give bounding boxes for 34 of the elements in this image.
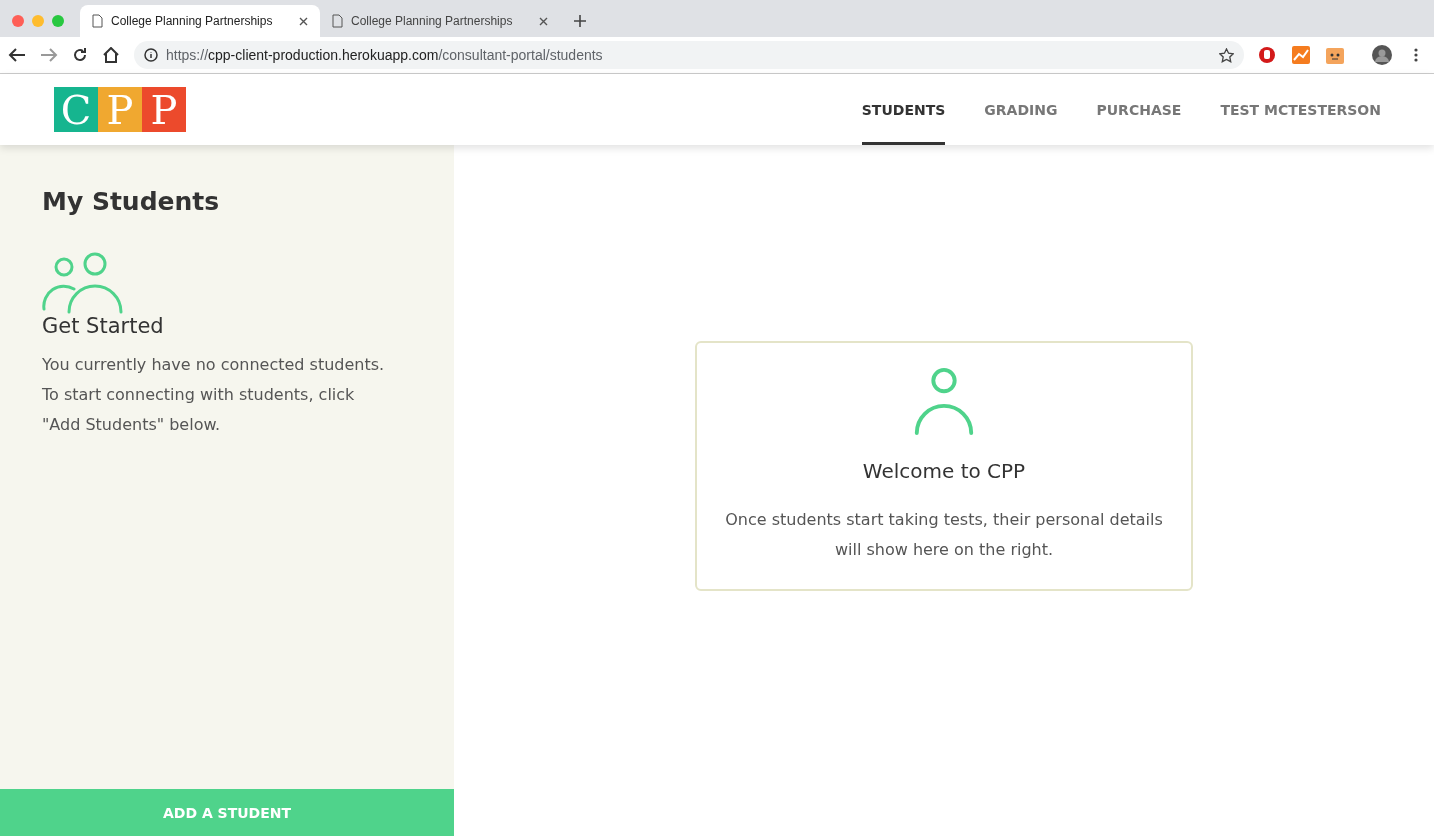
logo-letter: C bbox=[54, 87, 98, 132]
face-extension-icon[interactable] bbox=[1326, 46, 1344, 64]
info-icon bbox=[144, 48, 158, 62]
logo-letter: P bbox=[142, 87, 186, 132]
url-text: https://cpp-client-production.herokuapp.com/consultant-portal/students bbox=[166, 47, 604, 63]
section-title: My Students bbox=[42, 187, 221, 216]
nav-link[interactable]: GRADING bbox=[984, 74, 1058, 145]
nav-link[interactable]: TEST MCTESTERSON bbox=[1220, 74, 1381, 145]
reload-icon[interactable] bbox=[72, 47, 88, 63]
person-icon bbox=[913, 366, 975, 437]
stop-hand-icon[interactable] bbox=[1258, 46, 1276, 64]
nav-link[interactable]: STUDENTS bbox=[861, 74, 946, 145]
plus-icon[interactable] bbox=[574, 15, 586, 27]
home-icon[interactable] bbox=[102, 47, 120, 63]
logo-letter: P bbox=[98, 87, 142, 132]
more-menu-icon[interactable] bbox=[1414, 48, 1418, 62]
nav-link[interactable]: PURCHASE bbox=[1096, 74, 1182, 145]
empty-state-message: You currently have no connected students. To start connecting with students, click "Add Students" below. bbox=[42, 354, 386, 436]
close-icon[interactable] bbox=[539, 16, 548, 26]
browser-tab[interactable]: College Planning Partnerships bbox=[80, 5, 320, 37]
star-icon[interactable] bbox=[1219, 47, 1234, 63]
page-icon bbox=[332, 14, 343, 28]
forward-arrow-icon[interactable] bbox=[40, 47, 58, 63]
back-arrow-icon[interactable] bbox=[8, 47, 26, 63]
subtitle: Get Started bbox=[42, 314, 165, 338]
close-icon[interactable] bbox=[299, 16, 308, 26]
welcome-title: Welcome to CPP bbox=[862, 458, 1026, 483]
welcome-message: Once students start taking tests, their personal details will show here on the right. bbox=[724, 508, 1164, 561]
browser-tab[interactable]: College Planning Partnerships bbox=[320, 5, 560, 37]
page-icon bbox=[92, 14, 103, 28]
address-bar[interactable]: https://cpp-client-production.herokuapp.com/consultant-portal/students bbox=[134, 41, 1244, 69]
chart-extension-icon[interactable] bbox=[1292, 46, 1310, 64]
avatar-icon[interactable] bbox=[1372, 45, 1392, 65]
people-icon bbox=[42, 252, 124, 314]
